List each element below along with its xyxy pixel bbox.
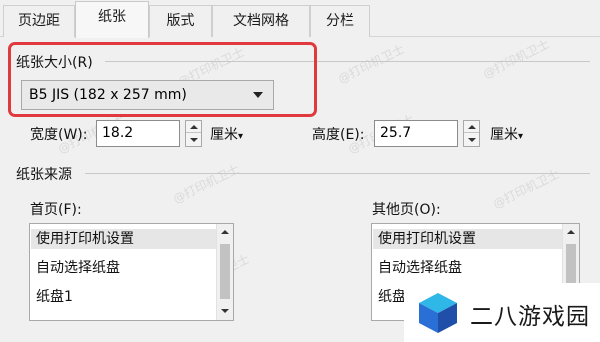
scrollbar[interactable]: [216, 224, 233, 320]
list-item[interactable]: 自动选择纸盘: [378, 258, 462, 278]
first-page-label: 首页(F):: [30, 202, 82, 218]
height-unit-dropdown[interactable]: 厘米▾: [490, 124, 523, 144]
spin-down-button[interactable]: [464, 134, 479, 146]
scrollbar-thumb[interactable]: [220, 244, 230, 299]
spin-up-button[interactable]: [186, 121, 201, 133]
watermark: @打印机卫士: [480, 36, 552, 82]
width-label: 宽度(W):: [30, 127, 88, 143]
scroll-up-icon[interactable]: [567, 230, 575, 234]
group-divider: [85, 173, 590, 174]
caret-down-icon: ▾: [518, 131, 524, 142]
caret-down-icon: ▾: [238, 131, 244, 142]
width-spinner[interactable]: [185, 120, 202, 147]
list-item[interactable]: 纸盘1: [36, 287, 73, 307]
height-input[interactable]: 25.7: [374, 120, 458, 147]
watermark: @打印机卫士: [170, 161, 242, 207]
height-spinner[interactable]: [463, 120, 480, 147]
tab-columns[interactable]: 分栏: [310, 5, 370, 37]
brand-cube-icon: [419, 293, 457, 333]
arrow-down-icon: [190, 138, 198, 142]
height-unit-label: 厘米: [490, 127, 518, 143]
width-input[interactable]: 18.2: [96, 120, 180, 147]
tab-paper[interactable]: 纸张: [75, 1, 149, 38]
tab-layout[interactable]: 版式: [149, 5, 212, 37]
highlight-box: [8, 42, 317, 117]
list-item[interactable]: 使用打印机设置: [31, 229, 216, 249]
tab-margins[interactable]: 页边距: [3, 5, 75, 37]
brand-name: 二八游戏园: [470, 304, 590, 330]
height-label: 高度(E):: [312, 127, 365, 143]
tab-document-grid[interactable]: 文档网格: [212, 5, 310, 37]
other-pages-label: 其他页(O):: [372, 202, 441, 218]
width-unit-label: 厘米: [210, 127, 238, 143]
paper-source-group-label: 纸张来源: [16, 164, 78, 184]
width-unit-dropdown[interactable]: 厘米▾: [210, 124, 243, 144]
spin-up-button[interactable]: [464, 121, 479, 133]
scroll-up-icon[interactable]: [221, 230, 229, 234]
first-page-listbox[interactable]: 使用打印机设置 自动选择纸盘 纸盘1: [29, 223, 234, 321]
arrow-up-icon: [190, 125, 198, 129]
list-item[interactable]: 使用打印机设置: [373, 229, 562, 249]
list-item[interactable]: 自动选择纸盘: [36, 258, 120, 278]
arrow-up-icon: [468, 125, 476, 129]
spin-down-button[interactable]: [186, 134, 201, 146]
scroll-down-icon[interactable]: [221, 309, 229, 313]
brand-watermark: 二八游戏园: [404, 283, 600, 342]
tab-bar: 页边距 纸张 版式 文档网格 分栏: [0, 0, 600, 38]
watermark: @打印机卫士: [335, 41, 407, 87]
arrow-down-icon: [468, 138, 476, 142]
